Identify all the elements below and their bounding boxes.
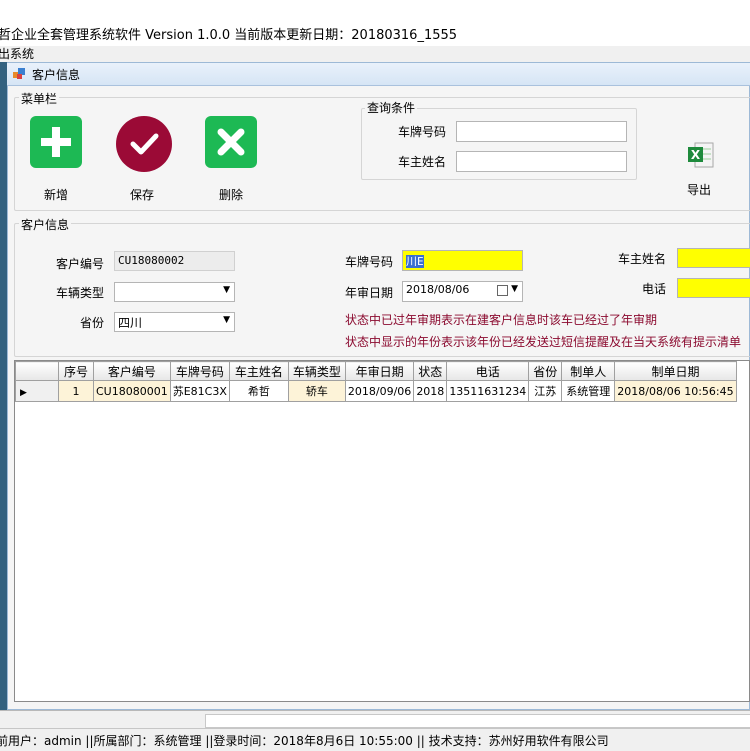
delete-button[interactable]: 删除 [205,116,257,206]
row-pointer-icon: ▶ [20,387,27,398]
export-button[interactable]: X 导出 [682,140,718,200]
customer-grid[interactable] [14,360,750,702]
menu-item-exit[interactable]: 退出系统 [0,47,34,61]
table-cell[interactable]: 2018 [413,380,448,402]
window-bottom-strip [0,710,750,729]
notice-overdue: 状态中已过年审期表示在建客户信息时该车已经过了年审期 [345,313,658,327]
calendar-icon [497,285,508,296]
plate-input[interactable]: 川E [402,250,523,271]
column-header[interactable]: 状态 [413,361,448,381]
delete-button-label: 删除 [218,188,243,202]
add-button-label: 新增 [43,188,68,202]
inspection-date-value: 2018/08/06 [406,283,470,296]
owner-name-input[interactable] [677,248,750,268]
app-title: 希哲企业全套管理系统软件 Version 1.0.0 当前版本更新日期：2018… [0,28,458,43]
table-cell[interactable]: 1 [58,380,94,402]
row-selector[interactable]: ▶ [15,380,59,402]
table-cell[interactable]: 13511631234 [446,380,530,402]
status-text: 当前用户：admin ||所属部门：系统管理 ||登录时间：2018年8月6日 … [0,734,609,748]
horizontal-scrollbar[interactable] [205,714,750,728]
save-button-label: 保存 [129,188,154,202]
inspection-date-picker[interactable]: 2018/08/06 ▼ [402,281,523,302]
customer-id-field: CU18080002 [114,251,235,271]
phone-input[interactable] [677,278,750,298]
window-title-bar [7,63,750,86]
column-header[interactable]: 年审日期 [344,361,415,381]
table-cell[interactable]: 系统管理 [561,380,616,402]
table-cell[interactable]: 江苏 [528,380,563,402]
customer-group-label: 客户信息 [19,216,72,233]
customer-table: 序号 客户编号 车牌号码 车主姓名 车辆类型 年审日期 状态 电话 省份 制单人… [15,361,737,402]
query-plate-label: 车牌号码 [398,125,447,139]
customer-id-label: 客户编号 [56,257,105,271]
table-cell[interactable]: 轿车 [287,380,346,402]
vehicle-type-label: 车辆类型 [56,286,105,300]
window-app-icon [13,67,26,80]
plate-label: 车牌号码 [345,255,394,269]
query-group-label: 查询条件 [365,99,418,116]
plate-value: 川E [406,255,424,268]
toolbar-group-label: 菜单栏 [19,90,60,107]
checkmark-icon [116,116,172,172]
window-title: 客户信息 [32,68,81,82]
table-cell[interactable]: 希哲 [228,380,289,402]
chevron-down-icon: ▼ [223,285,230,295]
export-button-label: 导出 [687,183,712,197]
x-icon [205,116,257,168]
row-header-corner [15,361,59,381]
table-cell[interactable]: 苏E81C3X [169,380,230,402]
query-owner-input[interactable] [456,151,627,172]
vehicle-type-select[interactable]: ▼ [114,282,235,302]
column-header[interactable]: 制单人 [561,361,616,381]
query-plate-input[interactable] [456,121,627,142]
excel-icon: X [686,140,716,170]
column-header[interactable]: 省份 [528,361,563,381]
svg-text:X: X [691,148,701,162]
column-header[interactable]: 车辆类型 [287,361,346,381]
save-button[interactable]: 保存 [116,116,172,206]
table-cell[interactable]: CU18080001 [93,380,171,402]
add-button[interactable]: 新增 [30,116,82,206]
query-owner-label: 车主姓名 [398,155,447,169]
column-header[interactable]: 客户编号 [93,361,171,381]
province-label: 省份 [80,316,105,330]
column-header[interactable]: 电话 [446,361,530,381]
notice-sms-year: 状态中显示的年份表示该年份已经发送过短信提醒及在当天系统有提示清单 [345,335,742,349]
table-header-row: 序号 客户编号 车牌号码 车主姓名 车辆类型 年审日期 状态 电话 省份 制单人… [15,361,737,381]
chevron-down-icon: ▼ [511,284,518,294]
table-row[interactable]: ▶ 1 CU18080001 苏E81C3X 希哲 轿车 2018/09/06 … [15,380,737,402]
main-window-side-panel [0,62,7,710]
table-cell[interactable]: 2018/09/06 [344,380,415,402]
owner-name-label: 车主姓名 [618,252,667,266]
column-header[interactable]: 序号 [58,361,94,381]
province-select[interactable]: 四川 ▼ [114,312,235,332]
column-header[interactable]: 制单日期 [614,361,737,381]
chevron-down-icon: ▼ [223,315,230,325]
plus-icon [30,116,82,168]
phone-label: 电话 [642,282,667,296]
table-cell[interactable]: 2018/08/06 10:56:45 [614,380,737,402]
inspection-date-label: 年审日期 [345,286,394,300]
column-header[interactable]: 车主姓名 [228,361,289,381]
column-header[interactable]: 车牌号码 [169,361,230,381]
province-value: 四川 [118,316,143,330]
menu-bar [0,46,750,63]
